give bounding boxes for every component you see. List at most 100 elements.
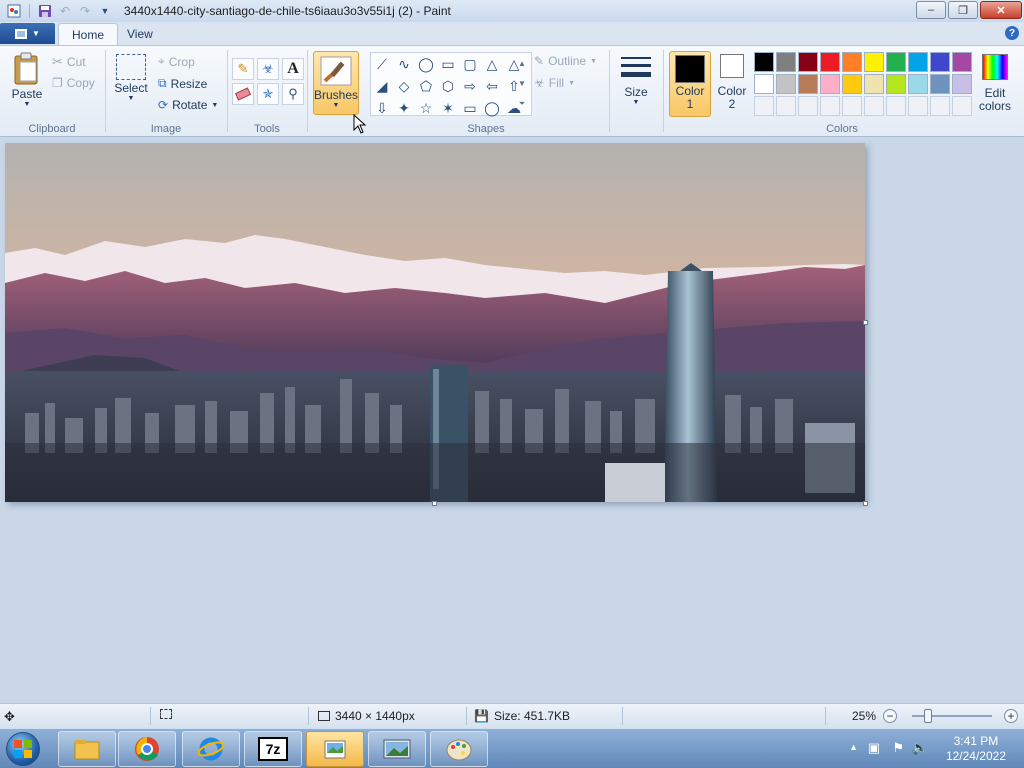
save-icon[interactable]	[37, 3, 53, 19]
custom-color-slot[interactable]	[930, 96, 950, 116]
palette-swatch[interactable]	[754, 52, 774, 72]
select-button[interactable]: Select ▼	[112, 54, 150, 102]
palette-swatch[interactable]	[776, 74, 796, 94]
maximize-button[interactable]: ❐	[948, 1, 978, 19]
text-icon[interactable]: A	[282, 58, 304, 80]
six-point-star-shape-icon[interactable]: ✶	[438, 98, 458, 118]
right-arrow-shape-icon[interactable]: ⇨	[460, 76, 480, 96]
taskbar-internet-explorer[interactable]	[182, 731, 240, 767]
zoom-slider-thumb[interactable]	[924, 709, 932, 723]
color1-button[interactable]: Color 1	[669, 51, 711, 117]
color-picker-icon[interactable]: ✯	[257, 83, 279, 105]
palette-swatch[interactable]	[820, 52, 840, 72]
paste-button[interactable]: Paste ▼	[6, 52, 48, 108]
resize-handle-corner[interactable]	[863, 501, 868, 506]
start-button[interactable]	[6, 732, 40, 766]
palette-swatch[interactable]	[820, 74, 840, 94]
brushes-button[interactable]: Brushes ▼	[313, 51, 359, 115]
custom-color-slot[interactable]	[798, 96, 818, 116]
palette-swatch[interactable]	[908, 74, 928, 94]
custom-color-slot[interactable]	[864, 96, 884, 116]
taskbar-paint[interactable]	[430, 731, 488, 767]
rect-callout-shape-icon[interactable]: ▭	[460, 98, 480, 118]
curve-shape-icon[interactable]: ∿	[394, 54, 414, 74]
close-button[interactable]: ✕	[980, 1, 1022, 19]
pentagon-shape-icon[interactable]: ⬠	[416, 76, 436, 96]
line-shape-icon[interactable]: ⟋	[372, 54, 392, 74]
oval-shape-icon[interactable]: ◯	[416, 54, 436, 74]
network-icon[interactable]: ▣	[868, 740, 880, 756]
custom-color-slot[interactable]	[754, 96, 774, 116]
fill-bucket-icon[interactable]: ☣	[257, 58, 279, 80]
palette-swatch[interactable]	[798, 52, 818, 72]
color2-button[interactable]: Color 2	[713, 54, 751, 111]
palette-swatch[interactable]	[842, 52, 862, 72]
paint-menu-button[interactable]: ▼	[0, 23, 55, 44]
customize-qat-icon[interactable]: ▼	[97, 3, 113, 19]
taskbar-file-explorer[interactable]	[58, 731, 116, 767]
palette-swatch[interactable]	[842, 74, 862, 94]
copy-button[interactable]: ❐ Copy	[52, 76, 95, 90]
palette-swatch[interactable]	[864, 74, 884, 94]
show-hidden-icons-icon[interactable]: ▲	[849, 742, 858, 752]
right-triangle-shape-icon[interactable]: ◢	[372, 76, 392, 96]
redo-icon[interactable]: ↷	[77, 3, 93, 19]
outline-button[interactable]: ✎ Outline ▼	[534, 54, 597, 68]
palette-swatch[interactable]	[952, 52, 972, 72]
resize-handle-bottom[interactable]	[432, 501, 437, 506]
taskbar-chrome[interactable]	[118, 731, 176, 767]
minimize-button[interactable]: –	[916, 1, 946, 19]
paint-app-icon[interactable]	[6, 3, 22, 19]
palette-swatch[interactable]	[864, 52, 884, 72]
scroll-up-icon[interactable]: ▲	[516, 54, 528, 74]
palette-swatch[interactable]	[886, 74, 906, 94]
palette-swatch[interactable]	[930, 52, 950, 72]
canvas-image[interactable]	[5, 143, 865, 502]
scroll-down-icon[interactable]: ▼	[516, 74, 528, 94]
custom-color-slot[interactable]	[842, 96, 862, 116]
custom-color-slot[interactable]	[908, 96, 928, 116]
taskbar-paint-active[interactable]	[306, 731, 364, 767]
resize-handle-right[interactable]	[863, 320, 868, 325]
down-arrow-shape-icon[interactable]: ⇩	[372, 98, 392, 118]
left-arrow-shape-icon[interactable]: ⇦	[482, 76, 502, 96]
zoom-out-button[interactable]: −	[883, 709, 897, 723]
palette-swatch[interactable]	[798, 74, 818, 94]
crop-button[interactable]: ⌖ Crop	[158, 54, 195, 69]
custom-color-slot[interactable]	[886, 96, 906, 116]
resize-button[interactable]: ⧉ Resize	[158, 76, 207, 91]
cut-button[interactable]: ✂ Cut	[52, 54, 86, 70]
oval-callout-shape-icon[interactable]: ◯	[482, 98, 502, 118]
palette-swatch[interactable]	[908, 52, 928, 72]
custom-color-slot[interactable]	[776, 96, 796, 116]
five-point-star-shape-icon[interactable]: ☆	[416, 98, 436, 118]
palette-swatch[interactable]	[886, 52, 906, 72]
pencil-icon[interactable]: ✎	[232, 58, 254, 80]
fill-button[interactable]: ☣ Fill ▼	[534, 76, 575, 90]
size-button[interactable]: Size ▼	[616, 54, 656, 106]
palette-swatch[interactable]	[952, 74, 972, 94]
palette-swatch[interactable]	[930, 74, 950, 94]
shapes-scroll[interactable]: ▲ ▼ ⏷	[516, 54, 528, 114]
custom-color-slot[interactable]	[820, 96, 840, 116]
four-point-star-shape-icon[interactable]: ✦	[394, 98, 414, 118]
taskbar-photo-viewer[interactable]	[368, 731, 426, 767]
polygon-shape-icon[interactable]: △	[482, 54, 502, 74]
rectangle-shape-icon[interactable]: ▭	[438, 54, 458, 74]
rounded-rectangle-shape-icon[interactable]: ▢	[460, 54, 480, 74]
taskbar-7zip[interactable]: 7z	[244, 731, 302, 767]
gallery-more-icon[interactable]: ⏷	[516, 94, 528, 114]
canvas-area[interactable]	[0, 137, 1024, 703]
magnifier-icon[interactable]: ⚲	[282, 83, 304, 105]
eraser-icon[interactable]	[232, 83, 254, 105]
custom-color-slot[interactable]	[952, 96, 972, 116]
clock[interactable]: 3:41 PM 12/24/2022	[946, 734, 1006, 764]
volume-icon[interactable]: 🔈	[912, 740, 928, 756]
palette-swatch[interactable]	[776, 52, 796, 72]
edit-colors-button[interactable]: Edit colors	[974, 54, 1016, 113]
undo-icon[interactable]: ↶	[57, 3, 73, 19]
action-center-icon[interactable]: ⚑	[892, 740, 904, 756]
palette-swatch[interactable]	[754, 74, 774, 94]
rotate-button[interactable]: ⟳ Rotate ▼	[158, 98, 218, 112]
diamond-shape-icon[interactable]: ◇	[394, 76, 414, 96]
